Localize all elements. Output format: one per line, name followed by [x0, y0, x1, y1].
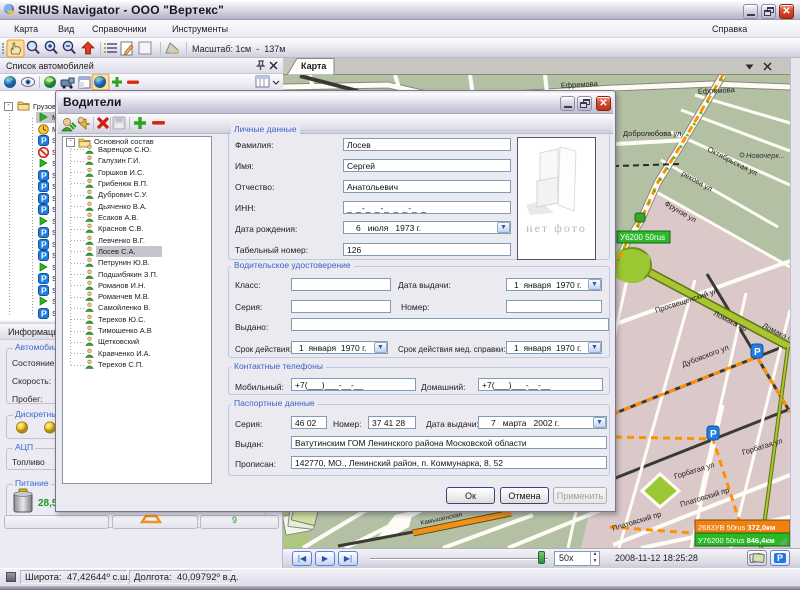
svg-text:P: P [41, 136, 47, 146]
svg-text:P: P [41, 308, 47, 318]
svg-text:P: P [41, 239, 47, 249]
svg-text:P: P [754, 347, 761, 358]
svg-text:P: P [41, 182, 47, 192]
svg-text:P: P [41, 274, 47, 284]
svg-text:Новочерк...: Новочерк... [746, 151, 785, 160]
svg-text:У6200 50rus: У6200 50rus [620, 233, 665, 242]
svg-text:P: P [41, 205, 47, 215]
svg-text:P: P [41, 285, 47, 295]
svg-text:P: P [710, 429, 717, 440]
svg-text:P: P [41, 228, 47, 238]
svg-text:2683УВ 50rus 372,0км: 2683УВ 50rus 372,0км [698, 523, 776, 532]
svg-text:P: P [41, 170, 47, 180]
svg-text:P: P [41, 251, 47, 261]
svg-text:У76200 50rus 846,4км: У76200 50rus 846,4км [698, 536, 775, 545]
svg-text:Добролюбова ул: Добролюбова ул [623, 129, 681, 138]
svg-text:P: P [41, 193, 47, 203]
